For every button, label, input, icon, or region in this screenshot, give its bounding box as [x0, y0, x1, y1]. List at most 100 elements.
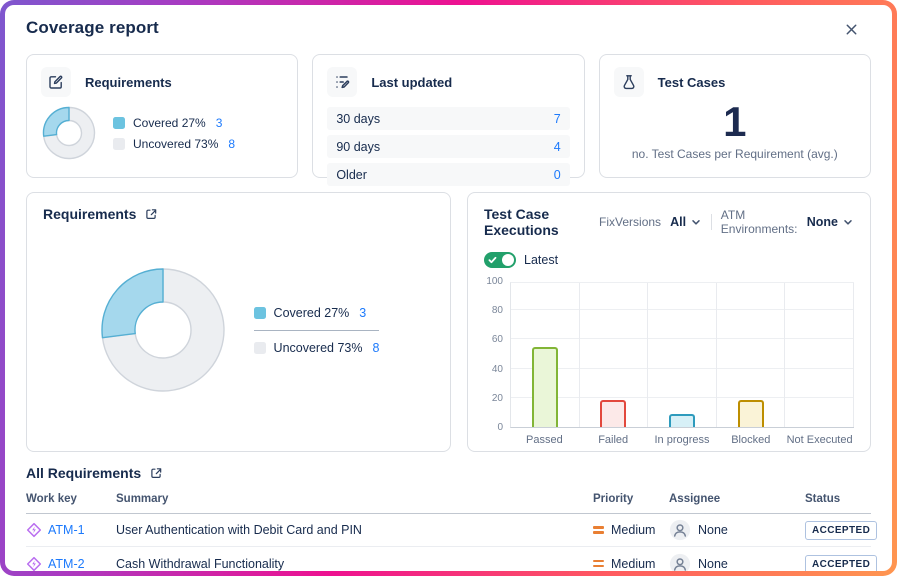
summary-cards-row: Requirements Covered 27% 3 Uncovered 73% [26, 54, 871, 178]
covered-swatch [254, 307, 266, 319]
external-link-icon[interactable] [144, 207, 158, 221]
chevron-down-icon [842, 216, 854, 228]
uncovered-swatch [113, 138, 125, 150]
chart-column [648, 283, 717, 427]
modal-header: Coverage report [26, 18, 871, 41]
environments-dropdown[interactable]: None [807, 215, 854, 229]
status-badge: ACCEPTED [805, 521, 877, 540]
latest-toggle-label: Latest [524, 253, 558, 267]
x-axis-label: Not Executed [785, 434, 854, 446]
legend-divider [254, 330, 380, 331]
summary-text: User Authentication with Debit Card and … [116, 523, 593, 537]
row-value[interactable]: 0 [554, 168, 561, 182]
fix-versions-label: FixVersions [599, 215, 661, 229]
panels-row: Requirements Covered 27% 3 [26, 192, 871, 452]
bar-in-progress[interactable] [669, 414, 695, 427]
latest-toggle[interactable] [484, 252, 516, 268]
last-updated-rows: 30 days 7 90 days 4 Older 0 [327, 107, 569, 186]
y-axis: 020406080100 [484, 282, 510, 428]
covered-slice[interactable] [102, 269, 163, 338]
chart-column [580, 283, 649, 427]
requirements-panel: Requirements Covered 27% 3 [26, 192, 451, 452]
y-axis-tick: 20 [492, 393, 503, 404]
table-header: Work key Summary Priority Assignee Statu… [26, 487, 871, 514]
priority-medium-icon [593, 560, 604, 568]
check-icon [488, 256, 497, 264]
legend-item-uncovered: Uncovered 73% 8 [113, 137, 235, 151]
bar-blocked[interactable] [738, 400, 764, 427]
bar-plot [510, 282, 854, 428]
coverage-donut-small [41, 105, 97, 161]
last-updated-row: 90 days 4 [327, 135, 569, 158]
table-row: ATM-2 Cash Withdrawal Functionality Medi… [26, 547, 871, 571]
status-badge: ACCEPTED [805, 555, 877, 572]
page-title: Coverage report [26, 18, 159, 38]
work-item-icon [26, 556, 42, 572]
fix-versions-dropdown[interactable]: All [670, 215, 702, 229]
close-icon [844, 22, 859, 37]
card-title: Requirements [85, 75, 172, 90]
y-axis-tick: 100 [486, 276, 503, 287]
avatar-icon [669, 519, 691, 541]
last-updated-row: Older 0 [327, 163, 569, 186]
avg-test-cases-caption: no. Test Cases per Requirement (avg.) [614, 147, 856, 161]
last-updated-row: 30 days 7 [327, 107, 569, 130]
row-value[interactable]: 7 [554, 112, 561, 126]
covered-count[interactable]: 3 [216, 116, 223, 130]
priority-medium-icon [593, 526, 604, 534]
y-axis-tick: 0 [497, 422, 503, 433]
x-axis-label: Failed [579, 434, 648, 446]
flask-icon [614, 67, 644, 97]
legend-item-uncovered: Uncovered 73% 8 [254, 341, 380, 355]
toggle-knob [502, 254, 514, 266]
chart-column [717, 283, 786, 427]
y-axis-tick: 40 [492, 364, 503, 375]
bar-failed[interactable] [600, 400, 626, 427]
gradient-modal-border: Coverage report Requirements [0, 0, 897, 576]
work-key-link[interactable]: ATM-1 [48, 523, 85, 537]
all-requirements-title: All Requirements [26, 465, 141, 481]
external-link-icon[interactable] [149, 466, 163, 480]
chevron-down-icon [690, 216, 702, 228]
uncovered-count[interactable]: 8 [228, 137, 235, 151]
test-cases-card: Test Cases 1 no. Test Cases per Requirem… [599, 54, 871, 178]
panel-title: Requirements [43, 206, 136, 222]
table-row: ATM-1 User Authentication with Debit Car… [26, 514, 871, 547]
y-axis-tick: 60 [492, 334, 503, 345]
avg-test-cases-value: 1 [614, 99, 856, 145]
coverage-report-modal: Coverage report Requirements [5, 5, 892, 571]
legend-item-covered: Covered 27% 3 [254, 306, 380, 320]
card-title: Test Cases [658, 75, 726, 90]
uncovered-count[interactable]: 8 [373, 341, 380, 355]
edit-icon [41, 67, 71, 97]
covered-swatch [113, 117, 125, 129]
executions-bar-chart: 020406080100 PassedFailedIn progressBloc… [484, 282, 854, 446]
covered-count[interactable]: 3 [359, 306, 366, 320]
x-axis-label: Blocked [716, 434, 785, 446]
close-button[interactable] [840, 18, 863, 41]
x-axis: PassedFailedIn progressBlockedNot Execut… [510, 434, 854, 446]
covered-slice[interactable] [43, 108, 69, 137]
coverage-donut-large[interactable] [98, 265, 228, 395]
x-axis-label: In progress [648, 434, 717, 446]
requirements-card: Requirements Covered 27% 3 Uncovered 73% [26, 54, 298, 178]
summary-text: Cash Withdrawal Functionality [116, 557, 593, 571]
test-case-executions-panel: Test Case Executions FixVersions All ATM… [467, 192, 871, 452]
row-value[interactable]: 4 [554, 140, 561, 154]
chart-column [511, 283, 580, 427]
filter-divider [711, 214, 712, 230]
panel-title: Test Case Executions [484, 206, 599, 238]
chart-column [785, 283, 854, 427]
history-edit-icon [327, 67, 357, 97]
legend-item-covered: Covered 27% 3 [113, 116, 235, 130]
work-key-link[interactable]: ATM-2 [48, 557, 85, 571]
bar-passed[interactable] [532, 347, 558, 427]
environments-label: ATM Environments: [721, 208, 798, 236]
uncovered-swatch [254, 342, 266, 354]
avatar-icon [669, 553, 691, 572]
work-item-icon [26, 522, 42, 538]
y-axis-tick: 80 [492, 305, 503, 316]
last-updated-card: Last updated 30 days 7 90 days 4 Older 0 [312, 54, 584, 178]
coverage-legend: Covered 27% 3 Uncovered 73% 8 [113, 116, 235, 151]
card-title: Last updated [371, 75, 452, 90]
